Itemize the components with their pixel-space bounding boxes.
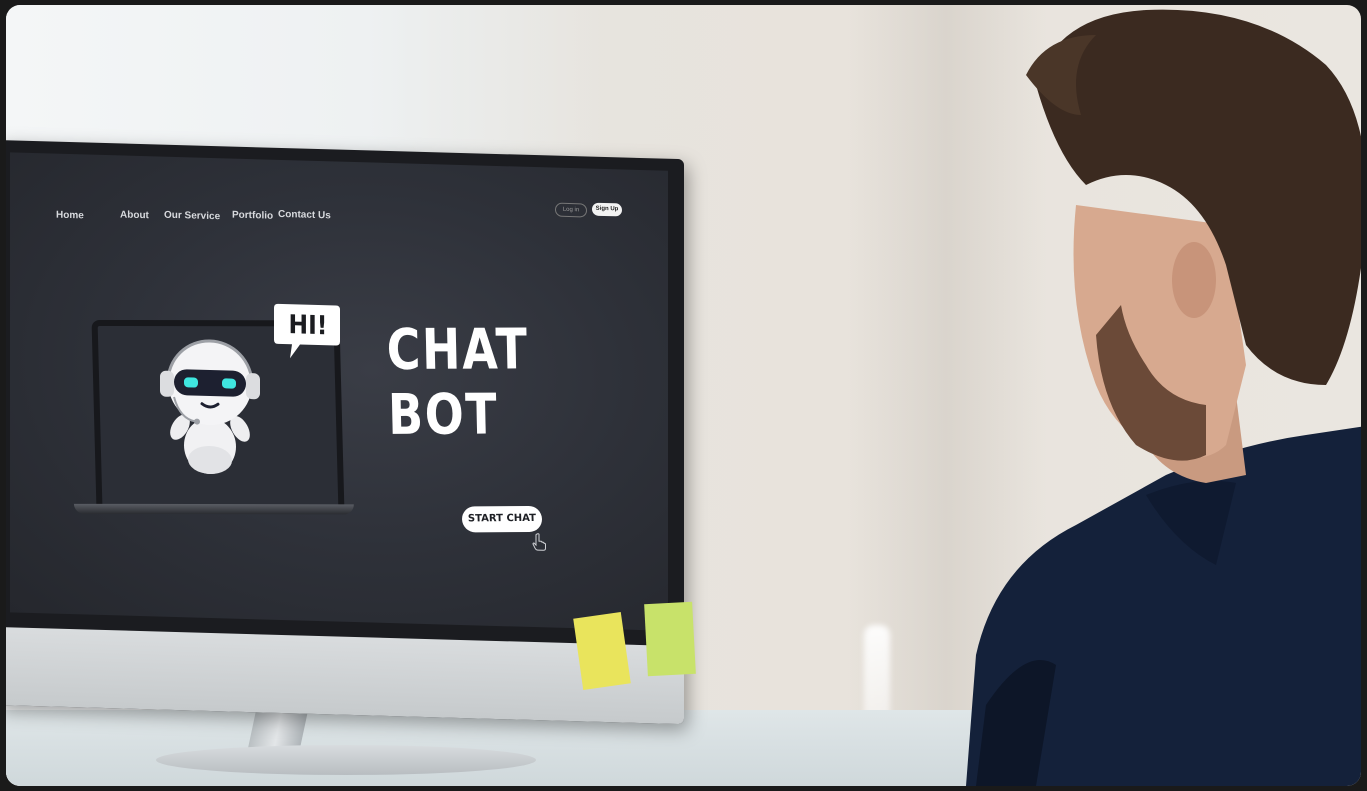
- sticky-note-yellow: [573, 612, 631, 690]
- login-button[interactable]: Log in: [555, 202, 587, 218]
- nav-portfolio[interactable]: Portfolio: [232, 210, 273, 222]
- signup-button[interactable]: Sign Up: [592, 202, 622, 217]
- desk: [6, 710, 1006, 786]
- nav-contact-us[interactable]: Contact Us: [278, 209, 331, 221]
- nav-home[interactable]: Home: [56, 210, 84, 222]
- monitor-screen: Home About Our Service Portfolio Contact…: [10, 152, 668, 631]
- start-chat-button[interactable]: START CHAT: [461, 505, 543, 533]
- laptop-base: [73, 503, 355, 515]
- person: [966, 9, 1361, 786]
- hand-cursor-icon: [532, 533, 546, 551]
- nav-about[interactable]: About: [120, 209, 149, 221]
- photo-frame: Home About Our Service Portfolio Contact…: [6, 5, 1361, 786]
- chat-bot-headline: CHAT BOT: [386, 317, 530, 448]
- speech-bubble-text: HI!: [288, 310, 328, 342]
- monitor-stand-base: [156, 745, 536, 775]
- robot-icon: [160, 339, 260, 474]
- sticky-note-green: [644, 601, 696, 677]
- nav-our-service[interactable]: Our Service: [164, 210, 220, 223]
